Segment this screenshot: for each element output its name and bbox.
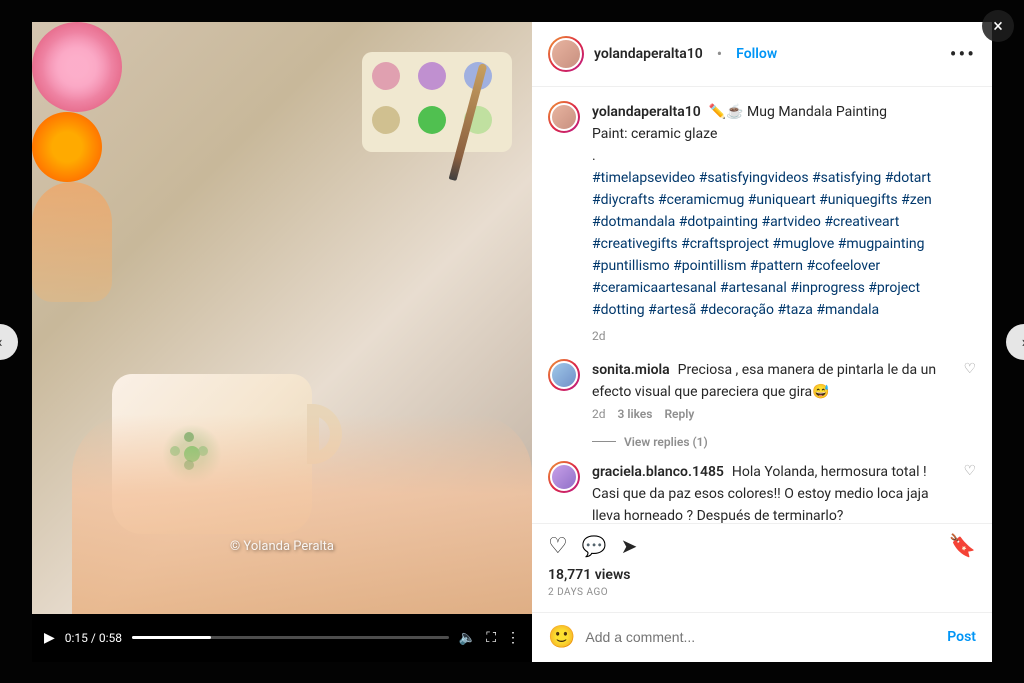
caption-timestamp: 2d bbox=[592, 329, 976, 343]
post-comment-button[interactable]: Post bbox=[947, 629, 976, 645]
video-controls: ▶ 0:15 / 0:58 🔈 ⛶ ⋮ bbox=[32, 614, 532, 662]
share-icon[interactable]: ➤ bbox=[621, 534, 638, 558]
prev-arrow[interactable]: ‹ bbox=[0, 324, 18, 360]
more-options-button[interactable]: ••• bbox=[950, 42, 976, 66]
modal-overlay: × ‹ bbox=[0, 0, 1024, 683]
comment-meta-1: 2d 3 likes Reply bbox=[592, 407, 951, 421]
volume-icon[interactable]: 🔈 bbox=[459, 630, 476, 646]
post-author-username[interactable]: yolandaperalta10 bbox=[594, 46, 703, 62]
comment-content-2: graciela.blanco.1485 Hola Yolanda, hermo… bbox=[592, 461, 951, 523]
orange-flower-decoration bbox=[32, 112, 102, 182]
header-separator: • bbox=[717, 44, 722, 63]
view-replies-line bbox=[592, 441, 616, 442]
comment-input-area: 🙂 Post bbox=[532, 612, 992, 662]
right-panel: yolandaperalta10 • Follow ••• yolandaper bbox=[532, 22, 992, 662]
commenter-avatar-1[interactable] bbox=[548, 359, 580, 391]
close-button[interactable]: × bbox=[982, 10, 1014, 42]
progress-fill bbox=[132, 636, 211, 639]
progress-bar[interactable] bbox=[132, 636, 449, 639]
post-header: yolandaperalta10 • Follow ••• bbox=[532, 22, 992, 87]
next-arrow[interactable]: › bbox=[1006, 324, 1024, 360]
pink-plate-decoration bbox=[32, 22, 122, 112]
view-replies-1[interactable]: View replies (1) bbox=[592, 435, 976, 449]
comment-heart-2[interactable]: ♡ bbox=[963, 463, 976, 479]
post-modal: © Yolanda Peralta ▶ 0:15 / 0:58 🔈 ⛶ ⋮ bbox=[32, 22, 992, 662]
comment-likes-1: 3 likes bbox=[618, 407, 653, 421]
emoji-button[interactable]: 🙂 bbox=[548, 625, 575, 650]
comment-content-1: sonita.miola Preciosa , esa manera de pi… bbox=[592, 359, 951, 421]
follow-button[interactable]: Follow bbox=[736, 46, 777, 62]
comment-heart-1[interactable]: ♡ bbox=[963, 361, 976, 377]
post-date: 2 DAYS AGO bbox=[548, 587, 976, 598]
copyright-text: © Yolanda Peralta bbox=[230, 539, 334, 554]
comment-item: sonita.miola Preciosa , esa manera de pi… bbox=[548, 359, 976, 421]
post-author-avatar[interactable] bbox=[548, 36, 584, 72]
play-button[interactable]: ▶ bbox=[44, 630, 55, 646]
paint-dot-1 bbox=[372, 62, 400, 90]
caption-icons: ✏️☕ bbox=[709, 104, 747, 120]
video-more-icon[interactable]: ⋮ bbox=[506, 630, 520, 646]
commenter-username-2[interactable]: graciela.blanco.1485 bbox=[592, 464, 724, 480]
hand-decoration bbox=[32, 182, 112, 302]
commenter-username-1[interactable]: sonita.miola bbox=[592, 362, 670, 378]
paint-palette bbox=[362, 52, 512, 152]
like-icon[interactable]: ♡ bbox=[548, 534, 568, 559]
caption-username[interactable]: yolandaperalta10 bbox=[592, 104, 701, 120]
commenter-avatar-2[interactable] bbox=[548, 461, 580, 493]
caption-hashtags: #timelapsevideo #satisfyingvideos #satis… bbox=[592, 170, 932, 318]
comment-input[interactable] bbox=[585, 629, 937, 645]
hands-area bbox=[72, 414, 532, 614]
comment-time-1: 2d bbox=[592, 407, 606, 421]
paint-dot-2 bbox=[418, 62, 446, 90]
action-icons: ♡ 💬 ➤ 🔖 bbox=[548, 534, 976, 559]
comment-item-2: graciela.blanco.1485 Hola Yolanda, hermo… bbox=[548, 461, 976, 523]
actions-bar: ♡ 💬 ➤ 🔖 18,771 views 2 DAYS AGO bbox=[532, 523, 992, 612]
comments-area[interactable]: yolandaperalta10 ✏️☕ Mug Mandala Paintin… bbox=[532, 87, 992, 523]
video-panel: © Yolanda Peralta ▶ 0:15 / 0:58 🔈 ⛶ ⋮ bbox=[32, 22, 532, 662]
comment-reply-button-1[interactable]: Reply bbox=[664, 407, 694, 421]
caption-line2: . bbox=[592, 148, 596, 164]
caption-line1: Paint: ceramic glaze bbox=[592, 126, 717, 142]
views-count: 18,771 views bbox=[548, 567, 976, 583]
comment-icon[interactable]: 💬 bbox=[582, 534, 607, 558]
caption-title: Mug Mandala Painting bbox=[747, 104, 887, 120]
caption-avatar[interactable] bbox=[548, 101, 580, 133]
paint-dot-5 bbox=[418, 106, 446, 134]
view-replies-text-1[interactable]: View replies (1) bbox=[624, 435, 708, 449]
time-display: 0:15 / 0:58 bbox=[65, 631, 122, 645]
paint-dot-4 bbox=[372, 106, 400, 134]
post-caption: yolandaperalta10 ✏️☕ Mug Mandala Paintin… bbox=[548, 101, 976, 343]
fullscreen-icon[interactable]: ⛶ bbox=[486, 630, 496, 646]
caption-content: yolandaperalta10 ✏️☕ Mug Mandala Paintin… bbox=[592, 101, 976, 343]
video-thumbnail: © Yolanda Peralta bbox=[32, 22, 532, 614]
save-icon[interactable]: 🔖 bbox=[949, 534, 976, 559]
video-art bbox=[32, 22, 532, 614]
